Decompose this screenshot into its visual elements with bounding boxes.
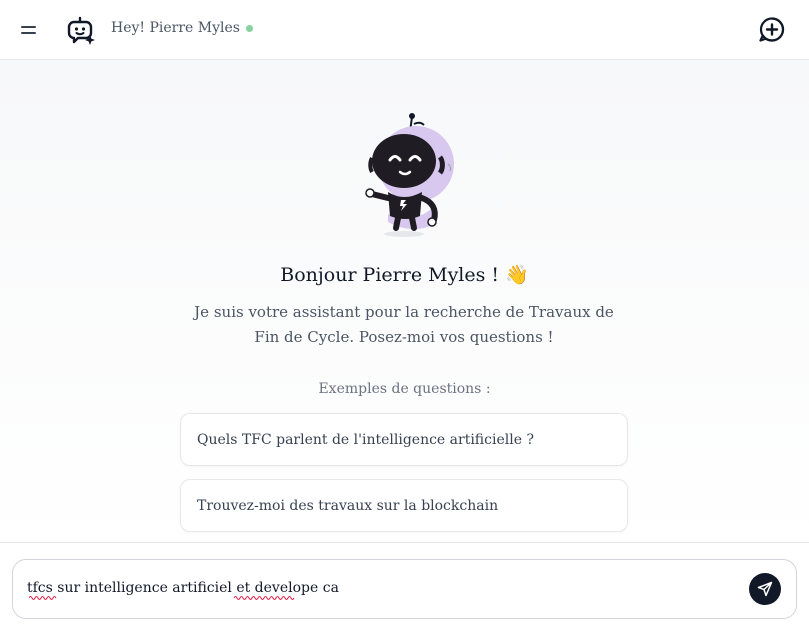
welcome-subtitle: Je suis votre assistant pour la recherch…	[194, 303, 614, 346]
chat-welcome-area: Bonjour Pierre Myles ! 👋 Je suis votre a…	[0, 60, 809, 542]
example-question-blockchain[interactable]: Trouvez-moi des travaux sur la blockchai…	[180, 479, 628, 532]
new-chat-plus-icon[interactable]	[758, 16, 786, 44]
online-status-dot	[245, 24, 253, 32]
message-composer	[12, 559, 797, 619]
top-bar: Hey! Pierre Myles	[0, 0, 809, 60]
robot-sparkle-icon	[67, 16, 95, 45]
send-button[interactable]	[749, 573, 781, 605]
greeting-text: Hey! Pierre Myles	[111, 20, 240, 36]
example-question-ai[interactable]: Quels TFC parlent de l'intelligence arti…	[180, 413, 628, 466]
hamburger-menu-icon[interactable]	[18, 20, 40, 40]
send-paper-plane-icon	[757, 581, 773, 597]
message-input[interactable]	[27, 577, 727, 599]
welcome-title: Bonjour Pierre Myles ! 👋	[280, 264, 529, 286]
user-greeting: Hey! Pierre Myles	[111, 20, 253, 36]
examples-label: Exemples de questions :	[318, 381, 491, 397]
composer-area	[0, 542, 809, 634]
robot-mascot-illustration	[365, 113, 454, 237]
